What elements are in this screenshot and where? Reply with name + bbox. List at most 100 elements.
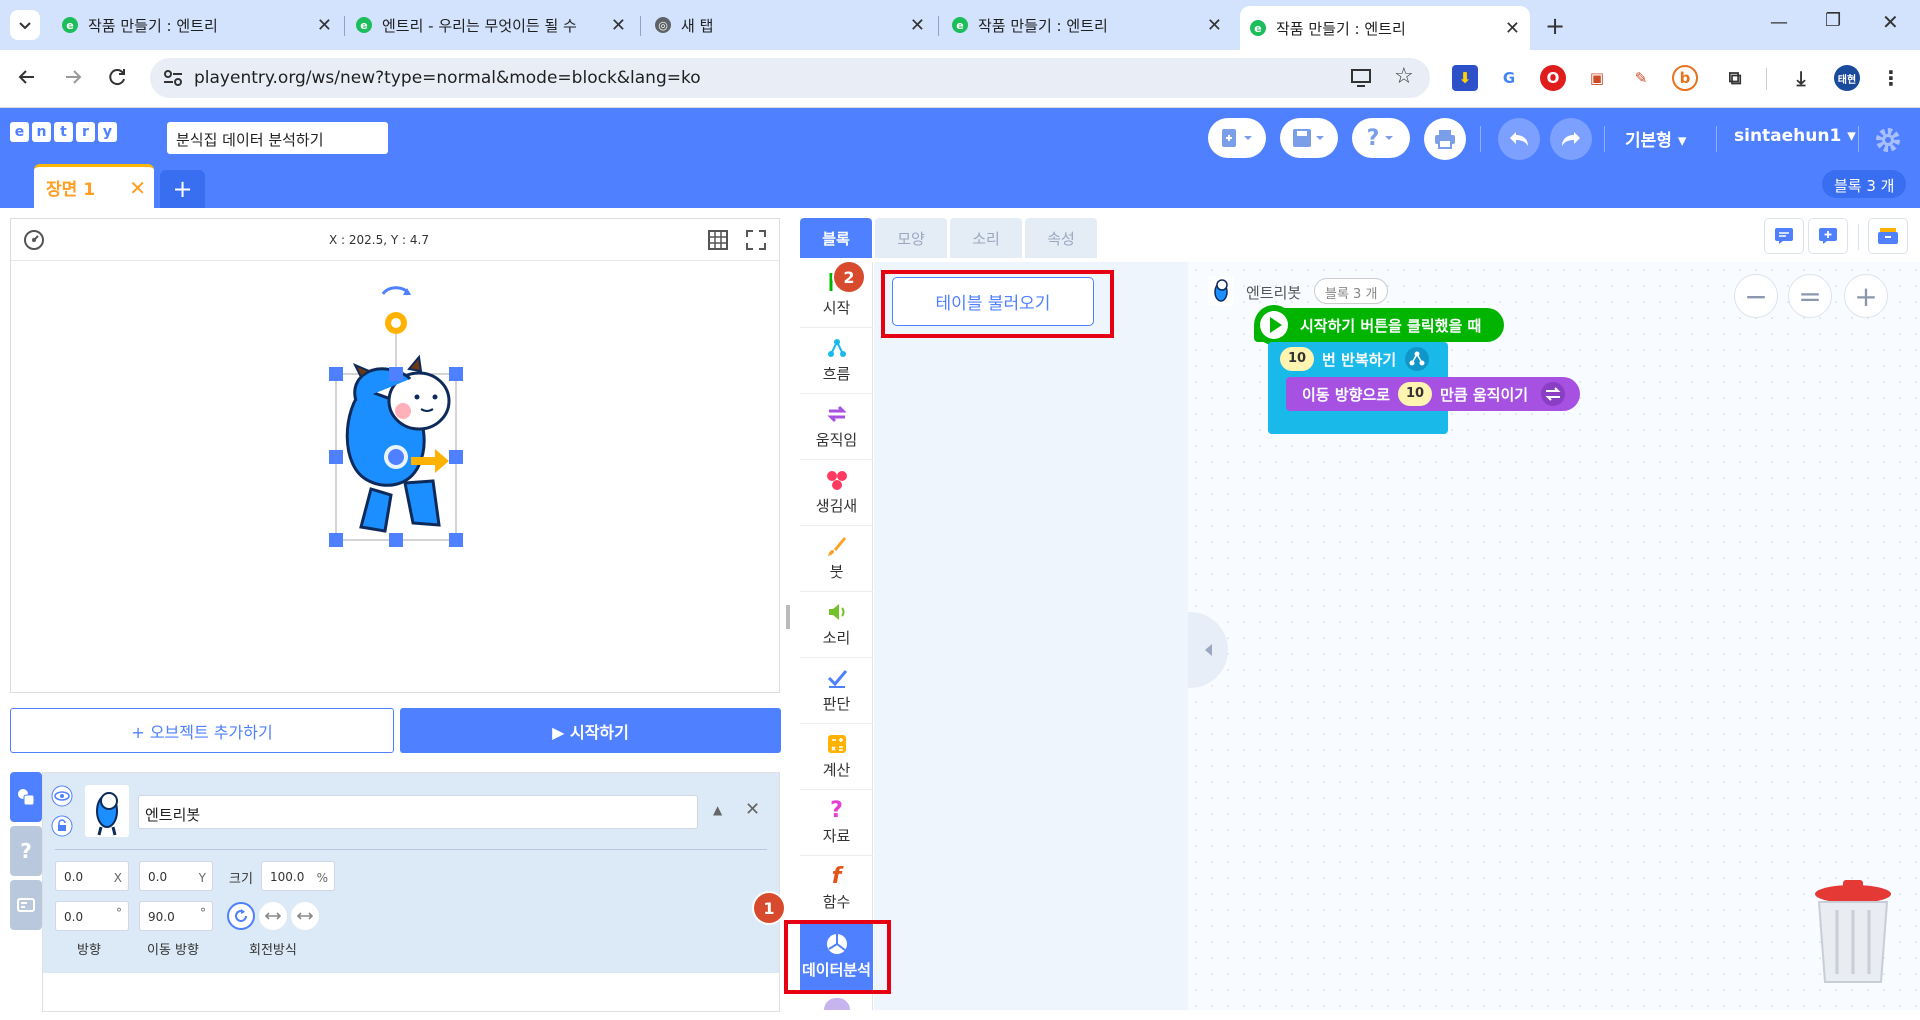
- object-name-input[interactable]: 엔트리봇: [138, 795, 698, 829]
- move-block[interactable]: 이동 방향으로 10 만큼 움직이기: [1286, 377, 1580, 411]
- speed-gauge-icon[interactable]: [23, 229, 45, 251]
- close-icon[interactable]: ✕: [1505, 18, 1520, 39]
- comment-button[interactable]: [1764, 218, 1804, 254]
- undo-button[interactable]: [1498, 118, 1540, 160]
- opera-extension-icon[interactable]: O: [1540, 65, 1566, 91]
- objects-icon: [18, 789, 35, 806]
- category-flow[interactable]: 흐름: [800, 328, 873, 394]
- repeat-block[interactable]: 10 번 반복하기: [1268, 342, 1448, 376]
- pen-extension-icon[interactable]: ✎: [1628, 65, 1654, 91]
- block-count-badge: 블록 3 개: [1822, 170, 1907, 198]
- delete-object-icon[interactable]: ✕: [745, 799, 760, 820]
- chevron-down-icon: [19, 22, 31, 30]
- entry-logo[interactable]: e n t r y: [10, 122, 117, 142]
- start-button[interactable]: ▶ 시작하기: [400, 708, 781, 753]
- zoom-in-button[interactable]: +: [1844, 274, 1888, 318]
- size-input[interactable]: 100.0%: [261, 861, 335, 891]
- panel-resize-handle[interactable]: [786, 605, 790, 629]
- category-looks[interactable]: 생김새: [800, 460, 873, 526]
- rotate-free-button[interactable]: [227, 902, 255, 930]
- zoom-reset-button[interactable]: =: [1788, 274, 1832, 318]
- b-extension-icon[interactable]: b: [1672, 65, 1698, 91]
- browser-tab[interactable]: e 작품 만들기 : 엔트리 ✕: [942, 8, 1232, 42]
- close-icon[interactable]: ✕: [611, 15, 626, 36]
- reload-button[interactable]: [106, 66, 128, 88]
- help-tab-button[interactable]: ?: [10, 826, 42, 876]
- fullscreen-icon[interactable]: [745, 229, 767, 251]
- print-button[interactable]: [1424, 118, 1466, 160]
- user-menu[interactable]: sintaehun1 ▾: [1734, 126, 1856, 146]
- settings-button[interactable]: [1874, 126, 1902, 154]
- repeat-count-input[interactable]: 10: [1280, 347, 1314, 371]
- category-judgement[interactable]: 판단: [800, 658, 873, 724]
- bookmark-star-icon[interactable]: ☆: [1394, 64, 1414, 89]
- tab-properties[interactable]: 속성: [1025, 218, 1097, 258]
- stage-canvas[interactable]: [11, 261, 779, 691]
- category-calc[interactable]: 계산: [800, 724, 873, 790]
- category-brush[interactable]: 붓: [800, 526, 873, 592]
- window-close-button[interactable]: ✕: [1882, 10, 1899, 34]
- new-project-button[interactable]: [1208, 118, 1266, 158]
- extensions-puzzle-icon[interactable]: ⧉: [1722, 65, 1748, 91]
- grid-icon[interactable]: [707, 229, 729, 251]
- lock-toggle[interactable]: [51, 815, 73, 837]
- rotate-none-button[interactable]: [291, 902, 319, 930]
- close-icon[interactable]: ✕: [910, 15, 925, 36]
- forward-button[interactable]: [62, 66, 84, 88]
- extension-download-icon[interactable]: ⬇: [1452, 65, 1478, 91]
- rotate-horizontal-button[interactable]: [259, 902, 287, 930]
- add-scene-button[interactable]: +: [160, 170, 205, 208]
- profile-avatar[interactable]: 태현: [1834, 65, 1860, 91]
- save-menu-button[interactable]: [1280, 118, 1338, 158]
- close-icon[interactable]: ✕: [317, 15, 332, 36]
- browser-menu-icon[interactable]: ⋮: [1878, 65, 1904, 91]
- install-app-icon[interactable]: [1350, 68, 1372, 88]
- object-card[interactable]: 엔트리봇 ▲ ✕ 0.0 X 0.0 Y 크기 100.0% 0.0 ° 90.0 ° …: [43, 773, 779, 973]
- object-thumbnail: [85, 785, 129, 837]
- new-tab-button[interactable]: +: [1545, 12, 1565, 40]
- move-direction-input[interactable]: 90.0 °: [139, 901, 213, 931]
- add-object-button[interactable]: + 오브젝트 추가하기: [10, 708, 394, 753]
- object-tab-button[interactable]: [10, 772, 42, 822]
- storage-button[interactable]: [1868, 218, 1908, 254]
- tab-search-button[interactable]: [10, 10, 40, 40]
- arrow-left-icon: [18, 70, 34, 84]
- help-menu-button[interactable]: ?: [1352, 118, 1410, 158]
- tab-shapes[interactable]: 모양: [875, 218, 947, 258]
- address-bar[interactable]: playentry.org/ws/new?type=normal&mode=bl…: [150, 58, 1430, 98]
- screen-extension-icon[interactable]: ▣: [1584, 65, 1610, 91]
- scene-tab[interactable]: 장면 1 ✕: [34, 164, 154, 208]
- x-position-input[interactable]: 0.0 X: [55, 861, 129, 891]
- restore-button[interactable]: ❐: [1825, 10, 1841, 31]
- mode-select[interactable]: 기본형 ▾: [1625, 126, 1686, 151]
- tab-blocks[interactable]: 블록: [800, 218, 872, 258]
- back-button[interactable]: [16, 66, 38, 88]
- translate-icon[interactable]: G: [1496, 65, 1522, 91]
- close-scene-icon[interactable]: ✕: [129, 176, 146, 200]
- downloads-icon[interactable]: ⤓: [1788, 65, 1814, 91]
- category-data[interactable]: ? 자료: [800, 790, 873, 856]
- minimize-button[interactable]: —: [1770, 12, 1788, 33]
- zoom-out-button[interactable]: −: [1734, 274, 1778, 318]
- trash-can[interactable]: [1810, 870, 1896, 990]
- browser-tab[interactable]: e 작품 만들기 : 엔트리 ✕: [52, 8, 342, 42]
- y-position-input[interactable]: 0.0 Y: [139, 861, 213, 891]
- category-function[interactable]: f 함수: [800, 856, 873, 922]
- visibility-toggle[interactable]: [51, 785, 73, 807]
- site-settings-icon[interactable]: [162, 68, 184, 88]
- redo-button[interactable]: [1550, 118, 1592, 160]
- direction-input[interactable]: 0.0 °: [55, 901, 129, 931]
- add-comment-button[interactable]: [1808, 218, 1848, 254]
- project-title-input[interactable]: 분식집 데이터 분석하기: [167, 122, 388, 154]
- tab-sounds[interactable]: 소리: [950, 218, 1022, 258]
- browser-tab[interactable]: ◎ 새 탭 ✕: [645, 8, 935, 42]
- console-tab-button[interactable]: [10, 880, 42, 930]
- close-icon[interactable]: ✕: [1207, 15, 1222, 36]
- move-amount-input[interactable]: 10: [1398, 382, 1433, 406]
- browser-tab-active[interactable]: e 작품 만들기 : 엔트리 ✕: [1240, 6, 1530, 50]
- browser-tab[interactable]: e 엔트리 - 우리는 무엇이든 될 수 ✕: [346, 8, 636, 42]
- collapse-icon[interactable]: ▲: [713, 803, 722, 817]
- category-sound[interactable]: 소리: [800, 592, 873, 658]
- category-motion[interactable]: 움직임: [800, 394, 873, 460]
- redo-icon: [1562, 132, 1580, 146]
